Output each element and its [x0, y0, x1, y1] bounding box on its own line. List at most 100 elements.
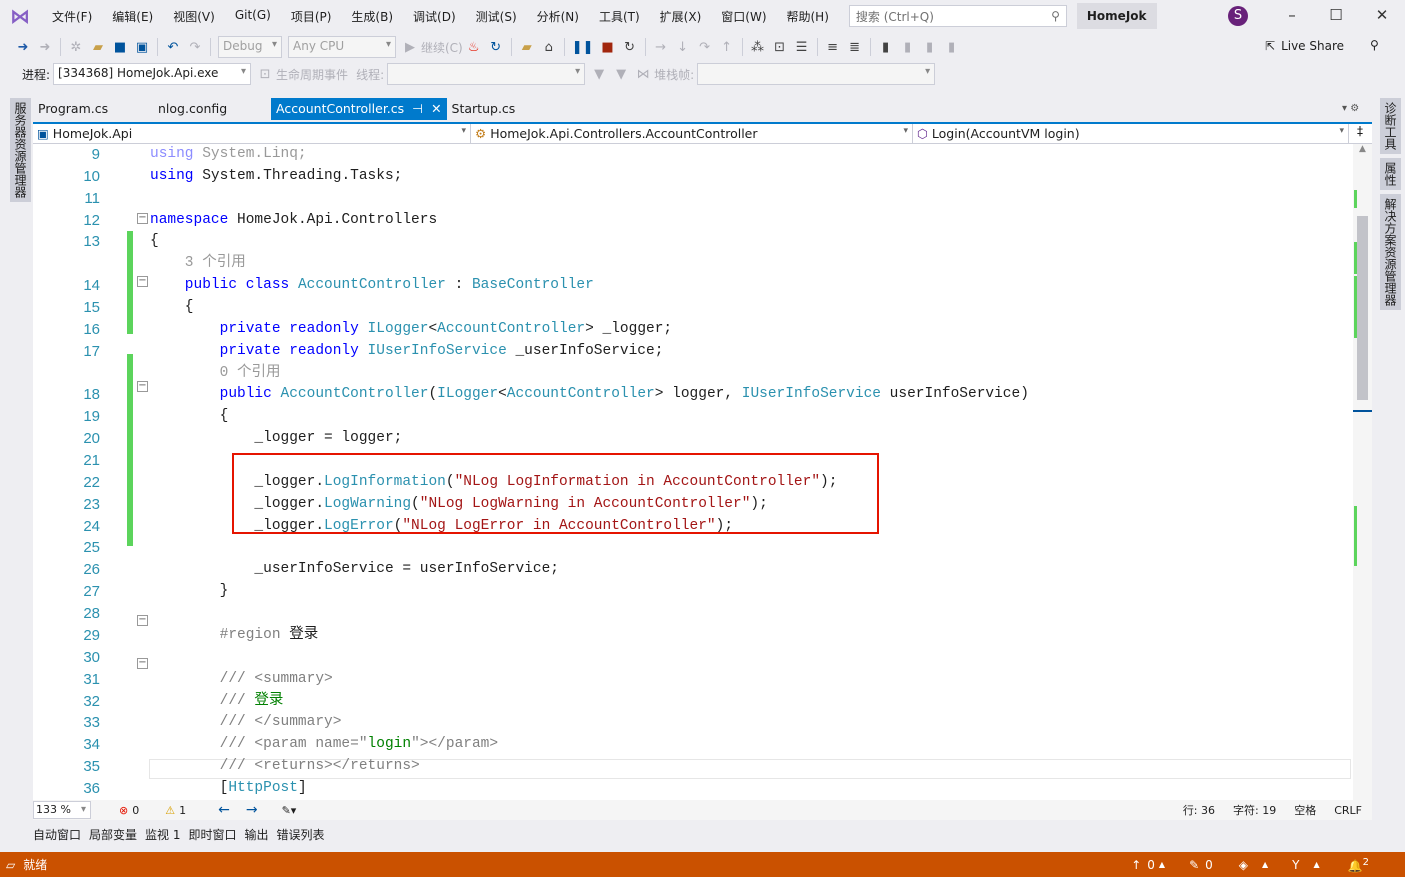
close-tab-icon[interactable]: ✕: [431, 101, 441, 117]
menu-item[interactable]: 调试(D): [403, 8, 466, 25]
browser-home-icon[interactable]: ⌂: [541, 40, 557, 55]
bookmark-icon[interactable]: ▮: [878, 40, 894, 55]
code-line[interactable]: 36 [HttpPost]: [33, 778, 1353, 800]
flag-icon[interactable]: ▼: [613, 67, 629, 82]
step-over-icon[interactable]: ↷: [697, 40, 713, 55]
hot-reload-icon[interactable]: ♨: [466, 40, 482, 55]
stack-frame-select[interactable]: [697, 63, 936, 85]
breakpoints-icon[interactable]: ⁂: [750, 40, 766, 55]
code-line[interactable]: 20 _logger = logger;: [33, 428, 1353, 450]
indent-mode[interactable]: 空格: [1294, 802, 1316, 818]
code-line[interactable]: 31 /// <summary>: [33, 669, 1353, 691]
find-in-files-icon[interactable]: ▰: [519, 40, 535, 55]
project-dropdown[interactable]: ▣ HomeJok.Api: [33, 124, 471, 144]
menu-item[interactable]: 编辑(E): [102, 8, 163, 25]
branch-icon[interactable]: Y: [1292, 858, 1299, 872]
warning-count[interactable]: 1: [179, 804, 186, 817]
save-all-icon[interactable]: ▣: [134, 40, 150, 55]
maximize-icon[interactable]: ☐: [1326, 6, 1346, 24]
lifecycle-events-button[interactable]: 生命周期事件: [276, 66, 348, 83]
code-line[interactable]: 30: [33, 647, 1353, 669]
menu-item[interactable]: 工具(T): [589, 8, 650, 25]
code-line[interactable]: 12 namespace HomeJok.Api.Controllers: [33, 210, 1353, 232]
code-line[interactable]: 34 /// <param name="login"></param>: [33, 734, 1353, 756]
step-out-icon[interactable]: ↑: [719, 40, 735, 55]
code-line[interactable]: 19 {: [33, 406, 1353, 428]
line-endings[interactable]: CRLF: [1334, 804, 1362, 817]
uncomment-icon[interactable]: ≣: [847, 40, 863, 55]
redo-icon[interactable]: ↷: [187, 40, 203, 55]
code-line[interactable]: 9 using System.Linq;: [33, 144, 1353, 166]
code-line[interactable]: 10 using System.Threading.Tasks;: [33, 166, 1353, 188]
show-next-statement-icon[interactable]: →: [653, 40, 669, 55]
save-icon[interactable]: ■: [112, 40, 128, 55]
pin-icon[interactable]: ⊣: [412, 101, 423, 117]
open-folder-icon[interactable]: ▰: [90, 40, 106, 55]
warning-icon[interactable]: ⚠: [165, 804, 175, 817]
push-icon[interactable]: ↑: [1131, 858, 1141, 872]
reference-count-link[interactable]: 3 个引用: [150, 255, 246, 271]
menu-item[interactable]: 文件(F): [42, 8, 102, 25]
code-line[interactable]: 15 {: [33, 297, 1353, 319]
menu-item[interactable]: 视图(V): [163, 8, 225, 25]
undo-icon[interactable]: ↶: [165, 40, 181, 55]
lifecycle-icon[interactable]: ⊡: [257, 67, 273, 82]
prev-bookmark-icon[interactable]: ▮: [900, 40, 916, 55]
restart-icon[interactable]: ↻: [622, 40, 638, 55]
menu-item[interactable]: Git(G): [225, 8, 281, 25]
next-issue-icon[interactable]: →: [246, 802, 258, 818]
stop-icon[interactable]: ■: [600, 40, 616, 55]
new-item-icon[interactable]: ✲: [68, 40, 84, 55]
code-line[interactable]: 17 private readonly IUserInfoService _us…: [33, 341, 1353, 363]
filter-icon[interactable]: ▼: [591, 67, 607, 82]
git-repo-icon[interactable]: ◈: [1239, 858, 1248, 872]
diagnostic-tools-tab[interactable]: 诊断工具: [1380, 98, 1401, 154]
properties-tab[interactable]: 属性: [1380, 158, 1401, 190]
edit-count[interactable]: 0: [1205, 858, 1213, 872]
push-count[interactable]: 0: [1147, 858, 1155, 872]
code-line[interactable]: 3 个引用: [33, 253, 1353, 275]
feedback-icon[interactable]: ⚲: [1370, 38, 1379, 52]
menu-item[interactable]: 生成(B): [341, 8, 403, 25]
menu-item[interactable]: 分析(N): [527, 8, 589, 25]
tab-nlog-config[interactable]: nlog.config: [153, 98, 271, 120]
forward-icon[interactable]: ➜: [37, 40, 53, 55]
cleanup-icon[interactable]: ✎▾: [282, 804, 297, 817]
thread-select[interactable]: [387, 63, 586, 85]
code-line[interactable]: 28: [33, 603, 1353, 625]
tab-account-controller-cs[interactable]: AccountController.cs ⊣ ✕: [271, 98, 447, 120]
refresh-icon[interactable]: ↻: [488, 40, 504, 55]
code-line[interactable]: 25: [33, 537, 1353, 559]
server-explorer-tab[interactable]: 服务器资源管理器: [10, 98, 31, 202]
back-icon[interactable]: ➜: [15, 40, 31, 55]
menu-item[interactable]: 帮助(H): [777, 8, 839, 25]
tab-startup-cs[interactable]: Startup.cs: [447, 98, 521, 120]
avatar[interactable]: S: [1228, 6, 1248, 26]
code-line[interactable]: 13 {: [33, 231, 1353, 253]
code-line[interactable]: 35 /// <returns></returns>: [33, 756, 1353, 778]
member-dropdown[interactable]: ⬡ Login(AccountVM login): [913, 124, 1349, 144]
clear-bookmarks-icon[interactable]: ▮: [944, 40, 960, 55]
comment-icon[interactable]: ≡: [825, 40, 841, 55]
platform-select[interactable]: Any CPU: [288, 36, 396, 58]
select-icon[interactable]: ⊡: [772, 40, 788, 55]
code-line[interactable]: 11: [33, 188, 1353, 210]
configuration-select[interactable]: Debug: [218, 36, 282, 58]
tab-program-cs[interactable]: Program.cs: [33, 98, 153, 120]
tab-overflow-icon[interactable]: ▾ ⚙: [1342, 103, 1359, 114]
zoom-select[interactable]: 133 %: [33, 801, 91, 819]
menu-item[interactable]: 项目(P): [281, 8, 342, 25]
class-dropdown[interactable]: ⚙ HomeJok.Api.Controllers.AccountControl…: [471, 124, 913, 144]
menu-item[interactable]: 测试(S): [466, 8, 527, 25]
notifications-icon[interactable]: 🔔2: [1348, 857, 1369, 873]
scroll-up-icon[interactable]: ▲: [1353, 144, 1372, 154]
scrollbar-thumb[interactable]: [1357, 216, 1368, 400]
vertical-scrollbar[interactable]: ▲: [1353, 144, 1372, 800]
code-line[interactable]: 33 /// </summary>: [33, 712, 1353, 734]
error-icon[interactable]: ⊗: [119, 804, 128, 817]
error-count[interactable]: 0: [132, 804, 139, 817]
code-line[interactable]: 0 个引用: [33, 363, 1353, 385]
menu-item[interactable]: 窗口(W): [711, 8, 776, 25]
code-line[interactable]: 14 public class AccountController : Base…: [33, 275, 1353, 297]
code-line[interactable]: 27 }: [33, 581, 1353, 603]
